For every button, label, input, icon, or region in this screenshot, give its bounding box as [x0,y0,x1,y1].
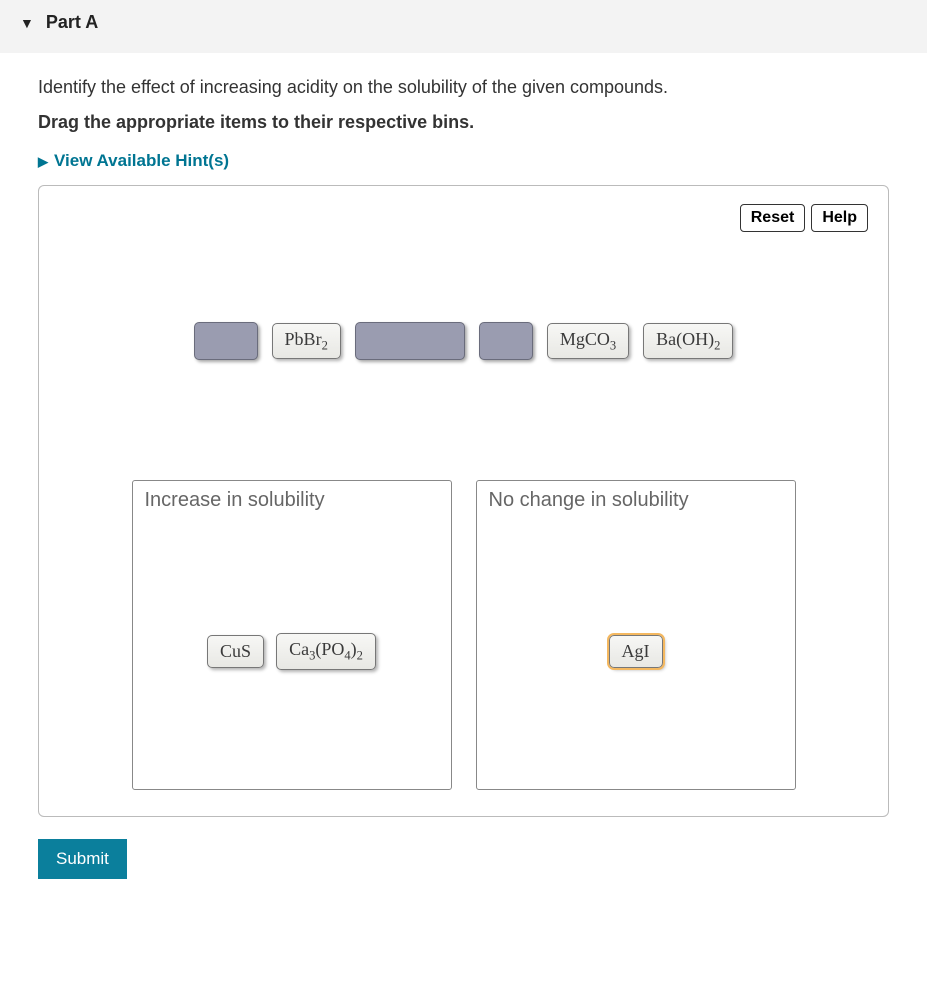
bin-label: Increase in solubility [145,489,439,512]
drag-workspace: Reset Help PbBr2 MgCO3 Ba(OH)2 Increase … [38,185,889,817]
bin-nochange[interactable]: No change in solubility AgI [476,480,796,790]
question-instruction: Drag the appropriate items to their resp… [38,112,889,133]
bin-items: CuS Ca3(PO4)2 [145,522,439,781]
bin-items: AgI [489,522,783,781]
bin-label: No change in solubility [489,489,783,512]
part-title: Part A [46,12,98,33]
bin-increase[interactable]: Increase in solubility CuS Ca3(PO4)2 [132,480,452,790]
chip-agi[interactable]: AgI [609,635,663,668]
content-area: Identify the effect of increasing acidit… [0,53,927,903]
submit-row: Submit [38,839,889,879]
chip-baoh2[interactable]: Ba(OH)2 [643,323,733,360]
chip-pbbr2[interactable]: PbBr2 [272,323,341,360]
collapse-icon: ▼ [20,15,34,31]
submit-button[interactable]: Submit [38,839,127,879]
chip-mgco3[interactable]: MgCO3 [547,323,629,360]
question-prompt: Identify the effect of increasing acidit… [38,77,889,98]
chip-ca3po4[interactable]: Ca3(PO4)2 [276,633,376,670]
view-hints-link[interactable]: ▶ View Available Hint(s) [38,151,889,171]
reset-button[interactable]: Reset [740,204,806,232]
source-items-row: PbBr2 MgCO3 Ba(OH)2 [59,322,868,360]
expand-icon: ▶ [38,154,48,169]
hints-label: View Available Hint(s) [54,151,229,170]
chip-cus[interactable]: CuS [207,635,264,668]
workspace-toolbar: Reset Help [59,204,868,232]
bins-row: Increase in solubility CuS Ca3(PO4)2 No … [59,480,868,790]
placeholder-slot[interactable] [479,322,533,360]
placeholder-slot[interactable] [194,322,258,360]
placeholder-slot[interactable] [355,322,465,360]
part-header[interactable]: ▼ Part A [0,0,927,53]
help-button[interactable]: Help [811,204,868,232]
